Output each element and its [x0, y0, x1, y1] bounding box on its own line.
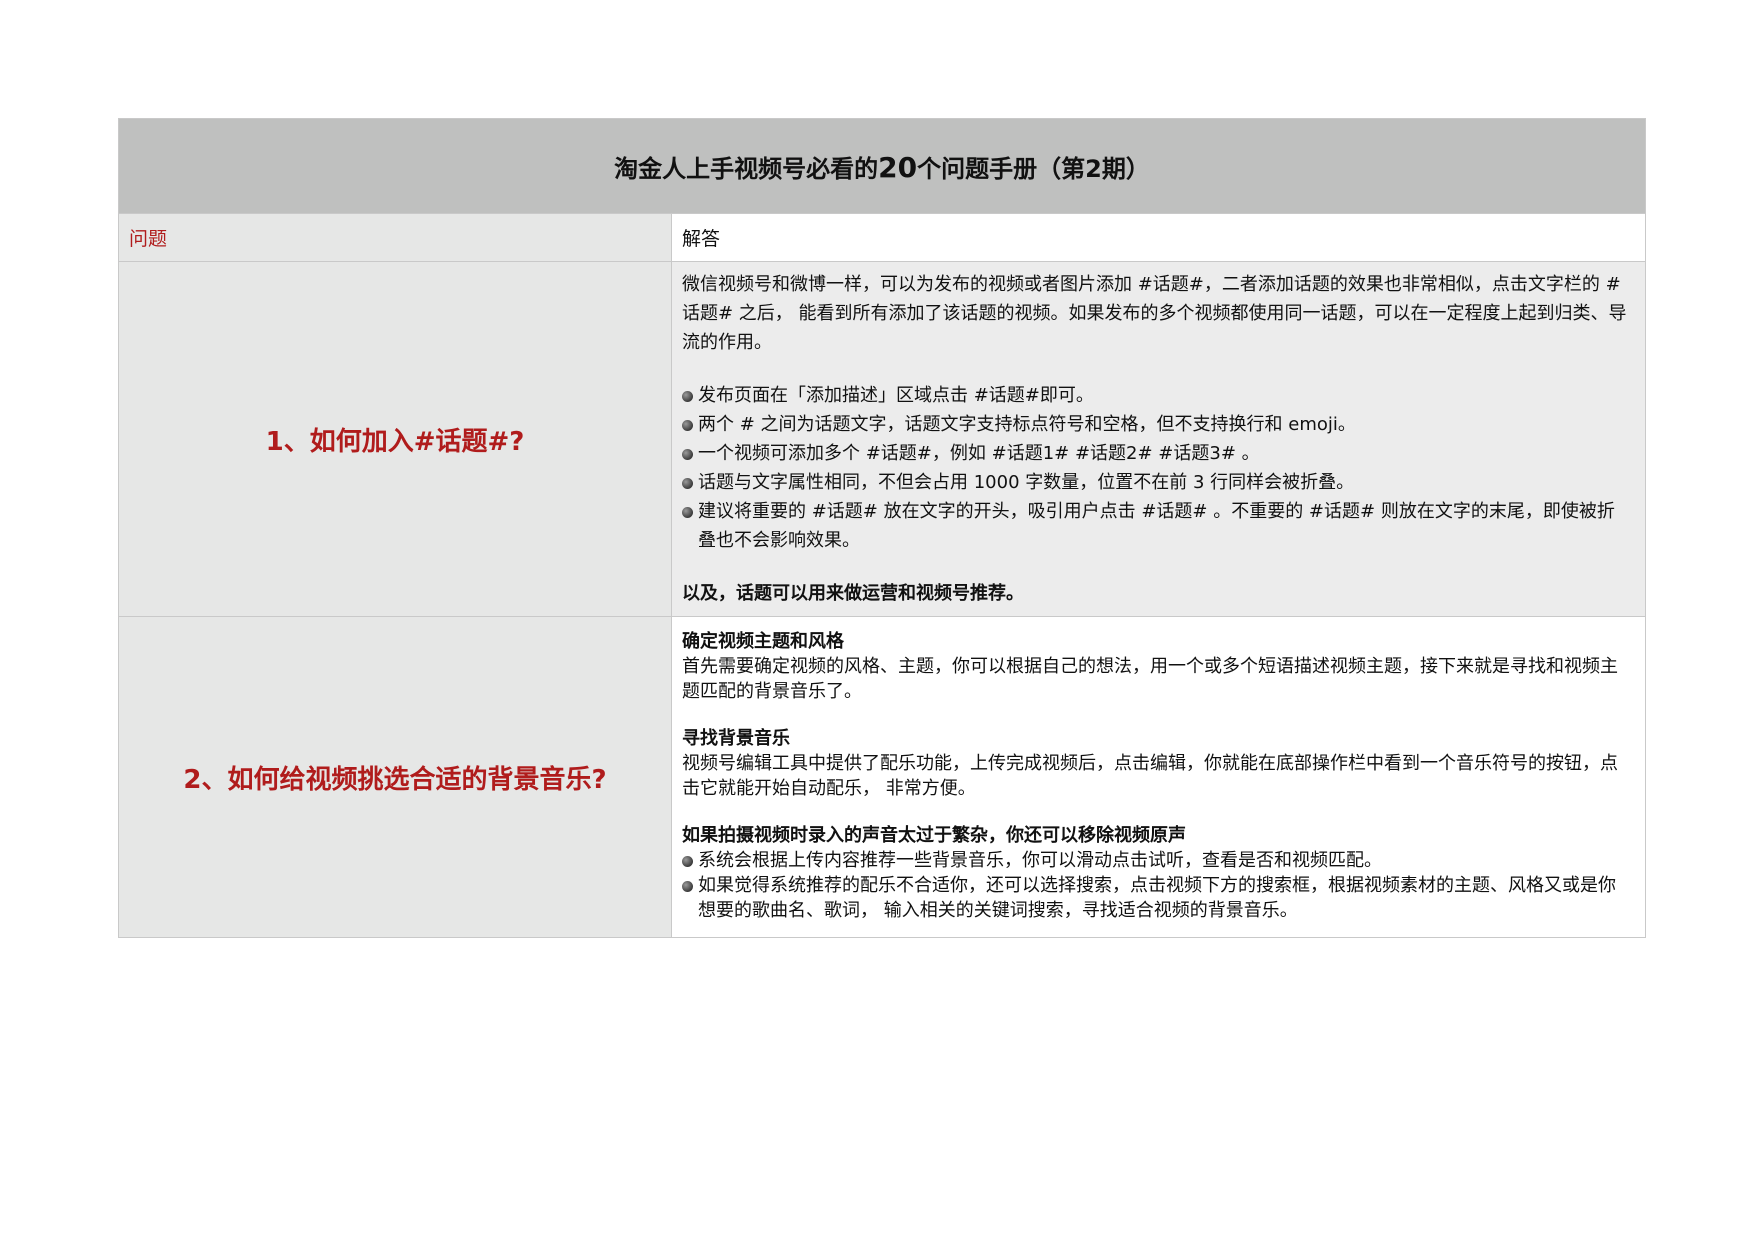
question-2: 2、如何给视频挑选合适的背景音乐? — [118, 616, 672, 938]
title-row: 淘金人上手视频号必看的20个问题手册（第2期） — [117, 118, 1647, 214]
question-1: 1、如何加入#话题#? — [118, 261, 672, 617]
list-item: 话题与文字属性相同，不但会占用 1000 字数量，位置不在前 3 行同样会被折叠… — [682, 468, 1631, 497]
title-prefix: 淘金人上手视频号必看的 — [614, 154, 879, 183]
list-item: 发布页面在「添加描述」区域点击 #话题#即可。 — [682, 381, 1631, 410]
bullet-icon — [682, 391, 693, 402]
title-suffix: 个问题手册（第2期） — [917, 154, 1150, 183]
answer-1-intro: 微信视频号和微博一样，可以为发布的视频或者图片添加 #话题#，二者添加话题的效果… — [682, 274, 1627, 353]
bullet-icon — [682, 478, 693, 489]
list-item: 一个视频可添加多个 #话题#，例如 #话题1# #话题2# #话题3# 。 — [682, 439, 1631, 468]
answer-2-section-3-title: 如果拍摄视频时录入的声音太过于繁杂，你还可以移除视频原声 — [682, 825, 1186, 846]
answer-2: 确定视频主题和风格 首先需要确定视频的风格、主题，你可以根据自己的想法，用一个或… — [670, 616, 1647, 938]
bullet-icon — [682, 881, 693, 892]
bullet-icon — [682, 507, 693, 518]
faq-table: 淘金人上手视频号必看的20个问题手册（第2期） 问题 解答 1、如何加入#话题#… — [117, 118, 1647, 938]
answer-2-section-2-text: 视频号编辑工具中提供了配乐功能，上传完成视频后，点击编辑，你就能在底部操作栏中看… — [682, 753, 1618, 799]
answer-1: 微信视频号和微博一样，可以为发布的视频或者图片添加 #话题#，二者添加话题的效果… — [670, 261, 1647, 617]
faq-row-2: 2、如何给视频挑选合适的背景音乐? 确定视频主题和风格 首先需要确定视频的风格、… — [118, 616, 1647, 938]
document-title: 淘金人上手视频号必看的20个问题手册（第2期） — [117, 118, 1647, 214]
answer-2-section-1-text: 首先需要确定视频的风格、主题，你可以根据自己的想法，用一个或多个短语描述视频主题… — [682, 656, 1618, 702]
bullet-icon — [682, 856, 693, 867]
answer-2-bullets: 系统会根据上传内容推荐一些背景音乐，你可以滑动点击试听，查看是否和视频匹配。 如… — [682, 848, 1631, 923]
answer-1-bullets: 发布页面在「添加描述」区域点击 #话题#即可。 两个 # 之间为话题文字，话题文… — [682, 381, 1631, 555]
list-item: 如果觉得系统推荐的配乐不合适你，还可以选择搜索，点击视频下方的搜索框，根据视频素… — [682, 873, 1631, 923]
column-header-question: 问题 — [118, 213, 672, 262]
bullet-icon — [682, 449, 693, 460]
answer-2-section-2-title: 寻找背景音乐 — [682, 728, 790, 749]
list-item: 两个 # 之间为话题文字，话题文字支持标点符号和空格，但不支持换行和 emoji… — [682, 410, 1631, 439]
document-page: 淘金人上手视频号必看的20个问题手册（第2期） 问题 解答 1、如何加入#话题#… — [0, 0, 1755, 1240]
header-row: 问题 解答 — [118, 213, 1647, 262]
answer-1-closing: 以及，话题可以用来做运营和视频号推荐。 — [682, 583, 1024, 604]
bullet-icon — [682, 420, 693, 431]
list-item: 建议将重要的 #话题# 放在文字的开头，吸引用户点击 #话题# 。不重要的 #话… — [682, 497, 1631, 555]
answer-2-section-1-title: 确定视频主题和风格 — [682, 631, 844, 652]
column-header-answer: 解答 — [670, 213, 1647, 262]
list-item: 系统会根据上传内容推荐一些背景音乐，你可以滑动点击试听，查看是否和视频匹配。 — [682, 848, 1631, 873]
title-number: 20 — [878, 150, 918, 184]
faq-row-1: 1、如何加入#话题#? 微信视频号和微博一样，可以为发布的视频或者图片添加 #话… — [118, 261, 1647, 617]
